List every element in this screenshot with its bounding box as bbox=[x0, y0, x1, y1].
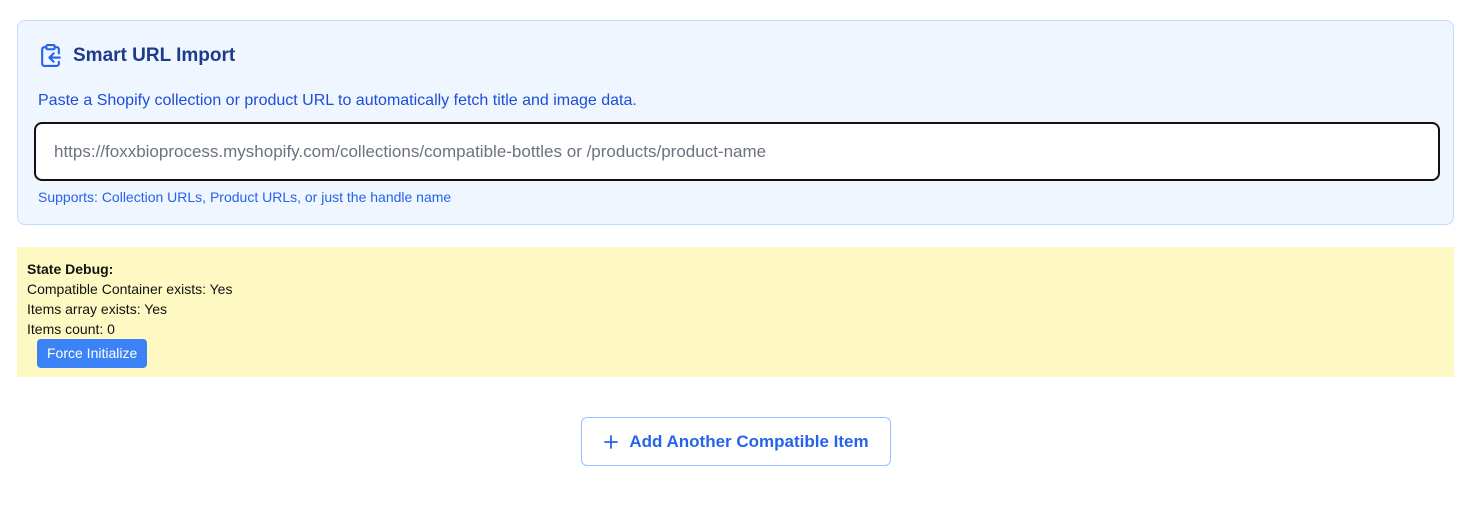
plus-icon bbox=[603, 434, 619, 450]
panel-description: Paste a Shopify collection or product UR… bbox=[38, 92, 637, 109]
debug-line: Items count: 0 bbox=[27, 321, 115, 337]
add-compatible-item-button[interactable]: Add Another Compatible Item bbox=[581, 417, 891, 466]
force-initialize-button[interactable]: Force Initialize bbox=[37, 339, 148, 368]
debug-title: State Debug: bbox=[27, 261, 114, 277]
debug-line: Items array exists: Yes bbox=[27, 301, 168, 317]
panel-title: Smart URL Import bbox=[73, 44, 236, 66]
supported-formats-hint: Supports: Collection URLs, Product URLs,… bbox=[38, 189, 452, 205]
add-button-label: Add Another Compatible Item bbox=[629, 431, 869, 451]
debug-line: Compatible Container exists: Yes bbox=[27, 281, 233, 297]
state-debug-box: State Debug: Compatible Container exists… bbox=[17, 247, 1454, 377]
smart-url-import-panel: Smart URL Import Paste a Shopify collect… bbox=[17, 20, 1454, 225]
clipboard-import-icon bbox=[38, 43, 63, 68]
panel-header: Smart URL Import bbox=[38, 43, 235, 68]
url-input[interactable] bbox=[34, 122, 1440, 181]
